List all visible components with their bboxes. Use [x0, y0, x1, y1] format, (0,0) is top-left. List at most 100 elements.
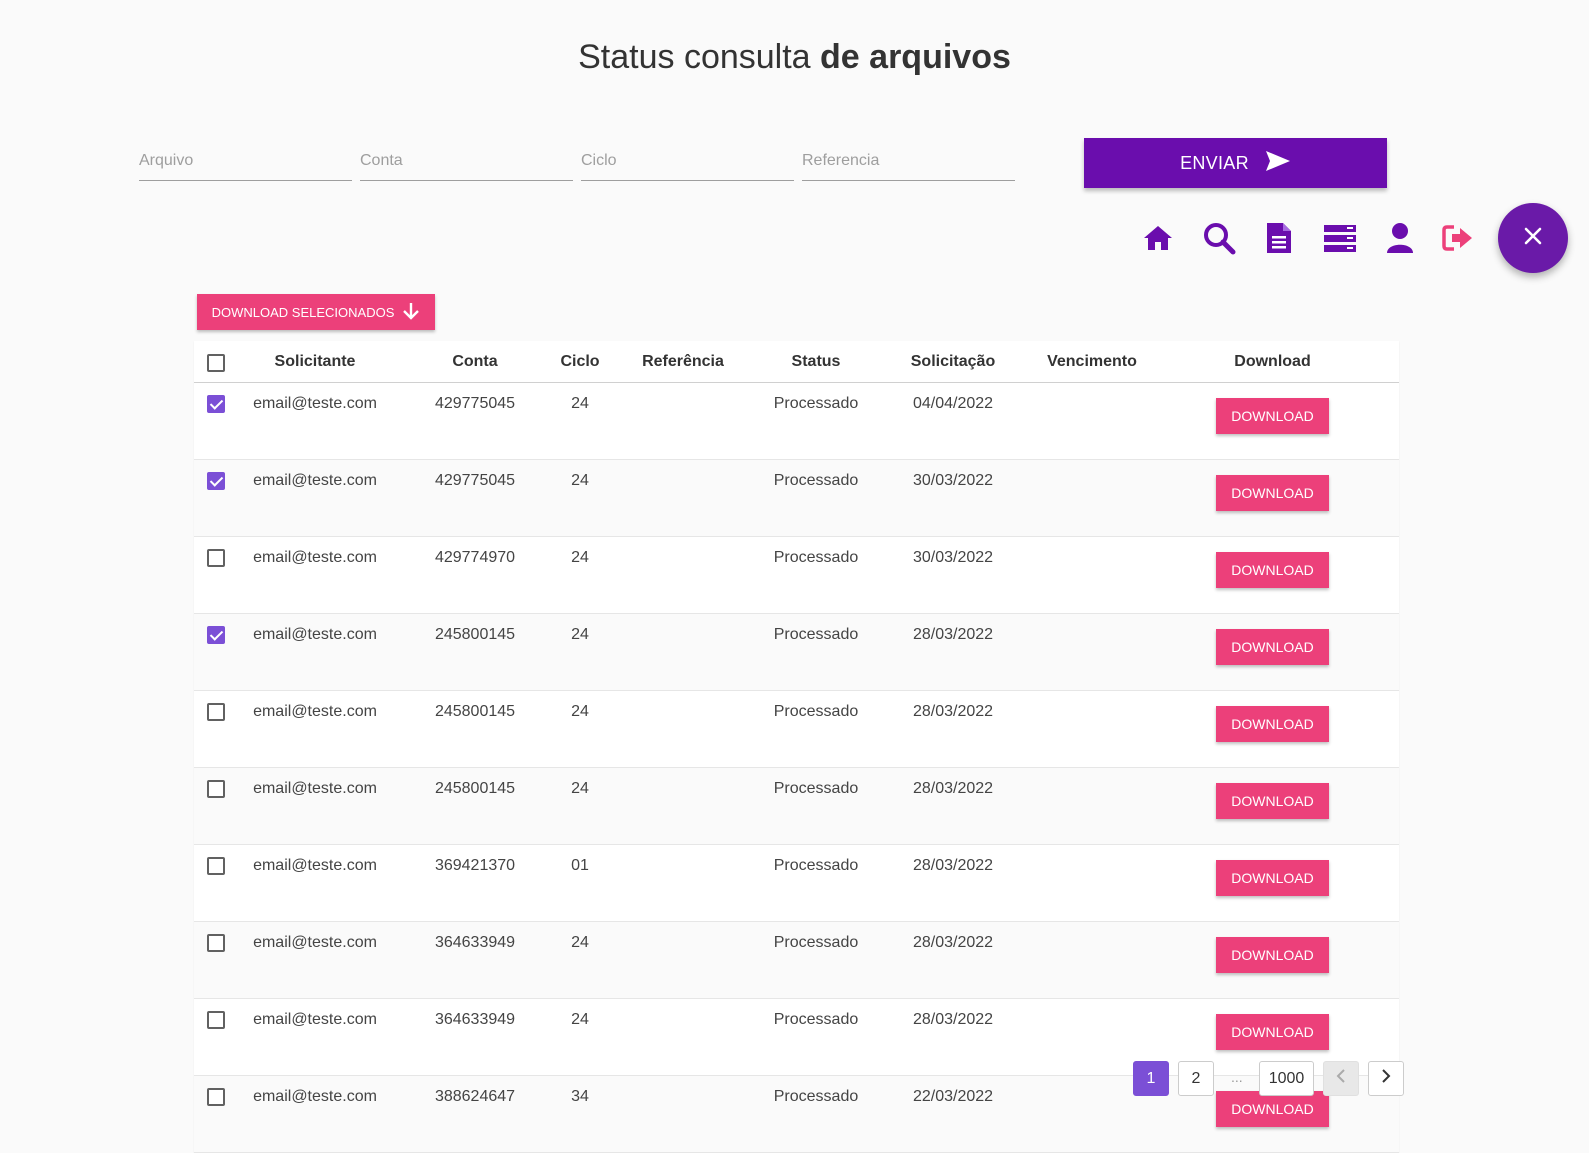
row-checkbox-cell: [194, 536, 238, 614]
search-icon[interactable]: [1201, 220, 1237, 256]
table-row: email@teste.com 429775045 24 Processado 30/0…: [194, 459, 1399, 537]
user-icon[interactable]: [1382, 220, 1418, 256]
download-button[interactable]: DOWNLOAD: [1216, 860, 1329, 896]
conta-value: 429775045: [434, 472, 516, 489]
select-all-checkbox[interactable]: [207, 353, 225, 372]
conta-value: 388624647: [434, 1088, 516, 1105]
cell-ciclo: 24: [558, 613, 602, 691]
cell-status: Processado: [764, 921, 868, 999]
files-table: Solicitante Conta Ciclo Referência Statu…: [194, 341, 1399, 1153]
home-icon[interactable]: [1140, 220, 1176, 256]
page-2-button[interactable]: 2: [1178, 1061, 1214, 1096]
row-checkbox[interactable]: [207, 1088, 225, 1106]
cell-referencia: [602, 767, 764, 845]
status-value: Processado: [773, 934, 859, 951]
status-value: Processado: [773, 857, 859, 874]
cell-solicitacao: 28/03/2022: [868, 613, 1038, 691]
cell-conta: 364633949: [392, 921, 558, 999]
status-value: Processado: [773, 549, 859, 566]
row-checkbox[interactable]: [207, 395, 225, 413]
ciclo-value: 24: [571, 780, 589, 797]
cell-solicitacao: 30/03/2022: [868, 459, 1038, 537]
list-icon[interactable]: [1322, 220, 1358, 256]
conta-value: 369421370: [434, 857, 516, 874]
document-icon[interactable]: [1261, 220, 1297, 256]
conta-value: 245800145: [434, 780, 516, 797]
table-row: email@teste.com 364633949 24 Processado 28/0…: [194, 998, 1399, 1076]
download-button[interactable]: DOWNLOAD: [1216, 1091, 1329, 1127]
header-conta[interactable]: Conta: [392, 341, 558, 383]
ciclo-value: 01: [571, 857, 589, 874]
page-title: Status consulta de arquivos: [0, 38, 1589, 77]
solicitacao-value: 28/03/2022: [912, 1011, 994, 1028]
download-button[interactable]: DOWNLOAD: [1216, 706, 1329, 742]
download-button[interactable]: DOWNLOAD: [1216, 552, 1329, 588]
cell-ciclo: 01: [558, 844, 602, 922]
row-checkbox[interactable]: [207, 857, 225, 875]
row-checkbox[interactable]: [207, 1011, 225, 1029]
cell-solicitante: email@teste.com: [238, 998, 392, 1076]
header-vencimento[interactable]: Vencimento: [1038, 341, 1146, 383]
cell-solicitacao: 28/03/2022: [868, 767, 1038, 845]
header-referencia[interactable]: Referência: [602, 341, 764, 383]
header-solicitacao[interactable]: Solicitação: [868, 341, 1038, 383]
cell-download: DOWNLOAD: [1146, 536, 1399, 614]
conta-input[interactable]: [360, 144, 573, 174]
table-row: email@teste.com 429774970 24 Processado 30/0…: [194, 536, 1399, 614]
cell-vencimento: [1038, 690, 1146, 768]
solicitante-value: email@teste.com: [253, 549, 377, 566]
header-solicitante[interactable]: Solicitante: [238, 341, 392, 383]
header-status[interactable]: Status: [764, 341, 868, 383]
download-button[interactable]: DOWNLOAD: [1216, 1014, 1329, 1050]
row-checkbox-cell: [194, 690, 238, 768]
cell-solicitacao: 30/03/2022: [868, 536, 1038, 614]
row-checkbox[interactable]: [207, 549, 225, 567]
row-checkbox[interactable]: [207, 703, 225, 721]
header-ciclo[interactable]: Ciclo: [558, 341, 602, 383]
cell-vencimento: [1038, 844, 1146, 922]
download-selected-button[interactable]: DOWNLOAD SELECIONADOS: [197, 294, 435, 330]
row-checkbox[interactable]: [207, 626, 225, 644]
cell-solicitante: email@teste.com: [238, 536, 392, 614]
page-last-button[interactable]: 1000: [1259, 1061, 1314, 1096]
status-value: Processado: [773, 1011, 859, 1028]
conta-value: 245800145: [434, 626, 516, 643]
cell-vencimento: [1038, 536, 1146, 614]
ciclo-field-wrapper: [581, 144, 794, 181]
download-button[interactable]: DOWNLOAD: [1216, 629, 1329, 665]
cell-vencimento: [1038, 998, 1146, 1076]
cell-status: Processado: [764, 459, 868, 537]
row-checkbox[interactable]: [207, 934, 225, 952]
download-button[interactable]: DOWNLOAD: [1216, 937, 1329, 973]
cell-referencia: [602, 690, 764, 768]
row-checkbox[interactable]: [207, 780, 225, 798]
download-button[interactable]: DOWNLOAD: [1216, 475, 1329, 511]
ciclo-input[interactable]: [581, 144, 794, 174]
page-title-bold: de arquivos: [820, 38, 1011, 76]
table-row: email@teste.com 369421370 01 Processado 28/0…: [194, 844, 1399, 922]
arquivo-input[interactable]: [139, 144, 352, 174]
cell-ciclo: 24: [558, 921, 602, 999]
status-value: Processado: [773, 1088, 859, 1105]
prev-page-button[interactable]: [1323, 1061, 1359, 1096]
conta-value: 245800145: [434, 703, 516, 720]
next-page-button[interactable]: [1368, 1061, 1404, 1096]
cell-ciclo: 24: [558, 998, 602, 1076]
cell-referencia: [602, 382, 764, 460]
conta-value: 429775045: [434, 395, 516, 412]
referencia-input[interactable]: [802, 144, 1015, 174]
cell-status: Processado: [764, 690, 868, 768]
cell-solicitante: email@teste.com: [238, 921, 392, 999]
download-button[interactable]: DOWNLOAD: [1216, 783, 1329, 819]
enviar-button[interactable]: ENVIAR: [1084, 138, 1387, 188]
status-value: Processado: [773, 626, 859, 643]
download-button[interactable]: DOWNLOAD: [1216, 398, 1329, 434]
page-1-button[interactable]: 1: [1133, 1061, 1169, 1096]
cell-solicitante: email@teste.com: [238, 382, 392, 460]
cell-conta: 245800145: [392, 613, 558, 691]
cell-referencia: [602, 998, 764, 1076]
close-fab-button[interactable]: [1498, 203, 1568, 273]
logout-icon[interactable]: [1440, 220, 1476, 256]
ciclo-value: 24: [571, 626, 589, 643]
row-checkbox[interactable]: [207, 472, 225, 490]
